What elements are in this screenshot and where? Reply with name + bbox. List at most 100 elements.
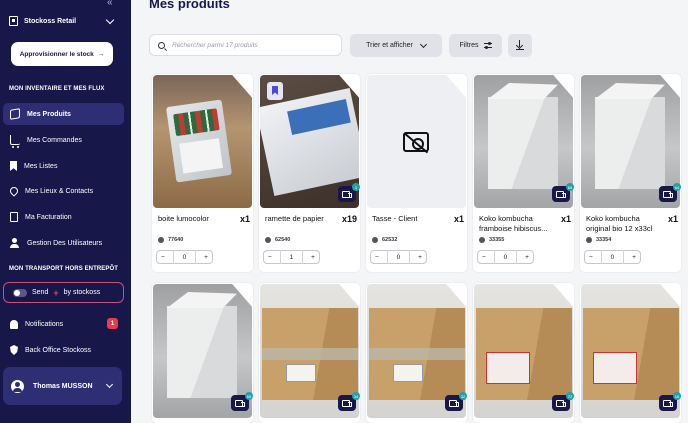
- quantity-stepper[interactable]: − 1 +: [263, 250, 320, 264]
- send-toggle[interactable]: Send + by stockoss: [3, 282, 124, 303]
- product-card[interactable]: 32: [366, 283, 467, 423]
- product-card[interactable]: 65 Koko kombucha framboise hibiscus... x…: [473, 74, 574, 272]
- product-ref-value: 33355: [489, 237, 505, 243]
- plus-button[interactable]: +: [311, 254, 315, 261]
- minus-button[interactable]: −: [589, 254, 593, 261]
- product-quantity: x1: [560, 214, 571, 224]
- product-card[interactable]: 1 ramette de papier x19 62540 − 1 +: [259, 74, 360, 272]
- collapse-sidebar-icon[interactable]: «: [107, 0, 113, 8]
- toggle-switch[interactable]: [13, 288, 27, 297]
- sidebar-item-label: Ma Facturation: [25, 213, 72, 221]
- search-bar[interactable]: [149, 34, 342, 56]
- sidebar-item-backoffice[interactable]: Back Office Stockoss: [3, 339, 124, 361]
- minus-button[interactable]: −: [268, 254, 272, 261]
- cart-icon: [10, 135, 20, 148]
- sidebar-item-users[interactable]: Gestion Des Utilisateurs: [3, 232, 124, 254]
- search-icon: [158, 41, 165, 49]
- stepper-value: 1: [289, 253, 294, 261]
- arrow-right-icon: →: [97, 50, 105, 58]
- sliders-icon: [483, 41, 492, 50]
- plus-button[interactable]: +: [632, 254, 636, 261]
- product-ref: 62532: [372, 237, 397, 243]
- send-label-a: Send: [32, 289, 49, 296]
- chevron-down-icon: [105, 15, 115, 24]
- product-card[interactable]: Tasse - Client x1 62532 − 0 +: [366, 74, 467, 272]
- sidebar-item-label: Back Office Stockoss: [25, 346, 92, 354]
- sidebar-item-label: Mes Produits: [27, 110, 71, 118]
- chevron-down-icon: [105, 380, 114, 389]
- product-card[interactable]: boite lumocolor x1 77640 − 0 +: [152, 74, 253, 272]
- filter-button[interactable]: Filtres: [449, 34, 502, 57]
- product-ref: 33355: [479, 237, 504, 243]
- sidebar-item-places[interactable]: Mes Lieux & Contacts: [3, 180, 124, 202]
- plus-button[interactable]: +: [204, 254, 208, 261]
- stepper-value: 0: [503, 253, 508, 261]
- product-card[interactable]: 16: [580, 283, 681, 423]
- plus-button[interactable]: +: [418, 254, 422, 261]
- search-input[interactable]: [172, 41, 332, 49]
- transport-section-title: MON TRANSPORT HORS ENTREPÔT: [9, 266, 119, 272]
- map-pin-icon: [8, 185, 20, 197]
- product-quantity: x1: [239, 214, 250, 224]
- stepper-value: 0: [396, 253, 401, 261]
- product-name: ramette de papier: [265, 214, 324, 223]
- product-ref-value: 77640: [168, 237, 184, 243]
- product-image: [367, 75, 466, 208]
- restock-label: Approvisionner le stock: [19, 50, 94, 58]
- sort-label: Trier et afficher: [366, 42, 413, 49]
- product-quantity: x19: [341, 214, 357, 224]
- user-menu[interactable]: Thomas MUSSON: [3, 367, 122, 405]
- sidebar-item-notifications[interactable]: Notifications: [3, 313, 124, 335]
- sidebar-item-billing[interactable]: Ma Facturation: [3, 206, 124, 228]
- truck-badge: 72: [566, 392, 574, 400]
- quantity-stepper[interactable]: − 0 +: [477, 250, 534, 264]
- sidebar-item-label: Mes Listes: [24, 162, 58, 170]
- truck-badge: 65: [245, 392, 253, 400]
- stepper-value: 0: [610, 253, 615, 261]
- truck-badge: 65: [566, 183, 574, 191]
- sidebar-item-lists[interactable]: Mes Listes: [3, 155, 124, 177]
- product-ref: 33354: [586, 237, 611, 243]
- notifications-badge: 1: [107, 318, 118, 329]
- tag-icon: [158, 237, 164, 243]
- product-ref-value: 62532: [382, 237, 398, 243]
- sort-button[interactable]: Trier et afficher: [350, 34, 442, 57]
- product-card[interactable]: 72: [473, 283, 574, 423]
- sidebar-item-orders[interactable]: Mes Commandes: [3, 129, 124, 151]
- tag-icon: [265, 237, 271, 243]
- box-icon: [10, 108, 20, 120]
- product-quantity: x1: [667, 214, 678, 224]
- product-card[interactable]: 34: [259, 283, 360, 423]
- truck-badge: 16: [673, 392, 681, 400]
- restock-button[interactable]: Approvisionner le stock →: [11, 42, 113, 66]
- brand-name: Stockoss Retail: [24, 17, 77, 25]
- shield-icon: [10, 345, 18, 355]
- no-photo-icon: [403, 132, 429, 152]
- sidebar-item-products[interactable]: Mes Produits: [3, 103, 124, 125]
- send-label-b: by stockoss: [63, 289, 101, 296]
- truck-badge: 32: [459, 392, 467, 400]
- tag-icon: [586, 237, 592, 243]
- product-ref: 77640: [158, 237, 183, 243]
- truck-badge: 1: [352, 183, 360, 191]
- chevron-down-icon: [419, 40, 427, 48]
- sidebar-item-label: Gestion Des Utilisateurs: [27, 239, 103, 247]
- truck-badge: 64: [673, 183, 681, 191]
- product-name: Koko kombucha framboise hibiscus...: [479, 214, 548, 233]
- quantity-stepper[interactable]: − 0 +: [584, 250, 641, 264]
- sidebar-item-label: Mes Commandes: [27, 136, 82, 144]
- quantity-stepper[interactable]: − 0 +: [370, 250, 427, 264]
- minus-button[interactable]: −: [375, 254, 379, 261]
- product-card[interactable]: 64 Koko kombucha original bio 12 x33cl x…: [580, 74, 681, 272]
- bookmark-icon[interactable]: [267, 82, 283, 100]
- minus-button[interactable]: −: [161, 254, 165, 261]
- quantity-stepper[interactable]: − 0 +: [156, 250, 213, 264]
- sidebar: « Stockoss Retail Approvisionner le stoc…: [0, 0, 131, 423]
- download-button[interactable]: [508, 34, 532, 57]
- truck-badge: 34: [352, 392, 360, 400]
- product-card[interactable]: 65: [152, 283, 253, 423]
- document-icon: [10, 212, 18, 222]
- minus-button[interactable]: −: [482, 254, 486, 261]
- brand-selector[interactable]: Stockoss Retail: [9, 14, 115, 28]
- plus-button[interactable]: +: [525, 254, 529, 261]
